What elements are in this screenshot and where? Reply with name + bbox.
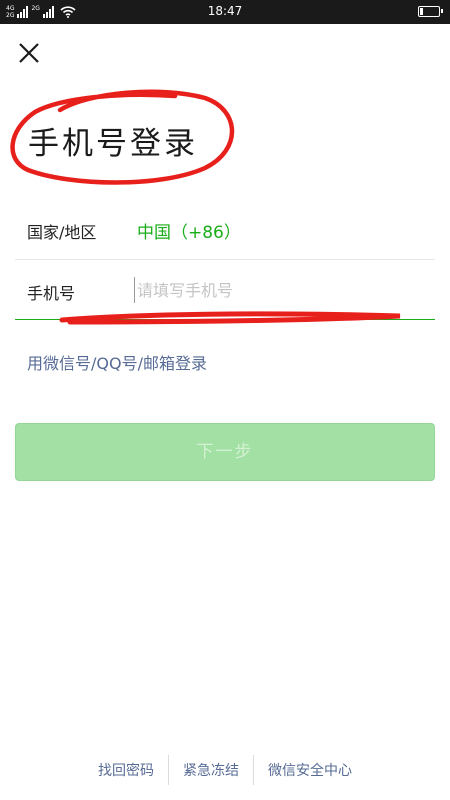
close-icon xyxy=(19,43,39,63)
close-button[interactable] xyxy=(14,38,44,68)
country-label: 国家/地区 xyxy=(27,223,97,242)
battery-icon xyxy=(418,6,443,17)
status-time: 18:47 xyxy=(207,4,243,18)
footer-links: 找回密码 紧急冻结 微信安全中心 xyxy=(0,754,450,786)
alt-login-link[interactable]: 用微信号/QQ号/邮箱登录 xyxy=(27,350,207,374)
emergency-freeze-link[interactable]: 紧急冻结 xyxy=(169,760,253,780)
login-screen: 4G 2G 2G 18:47 手机号登录 国家/地区 中国（+86） 手机号 请… xyxy=(0,0,450,800)
status-bar: 4G 2G 2G 18:47 xyxy=(0,0,450,24)
country-selector[interactable]: 中国（+86） xyxy=(137,218,241,243)
phone-input[interactable] xyxy=(134,277,427,303)
recover-password-link[interactable]: 找回密码 xyxy=(84,760,168,780)
phone-row: 手机号 xyxy=(15,260,435,320)
security-center-link[interactable]: 微信安全中心 xyxy=(254,760,366,780)
battery-level xyxy=(420,8,423,15)
page-title: 手机号登录 xyxy=(28,126,198,162)
country-row[interactable]: 国家/地区 中国（+86） xyxy=(15,199,435,259)
phone-label: 手机号 xyxy=(27,284,76,303)
phone-input-underline xyxy=(15,319,435,320)
next-button[interactable]: 下一步 xyxy=(15,423,435,481)
